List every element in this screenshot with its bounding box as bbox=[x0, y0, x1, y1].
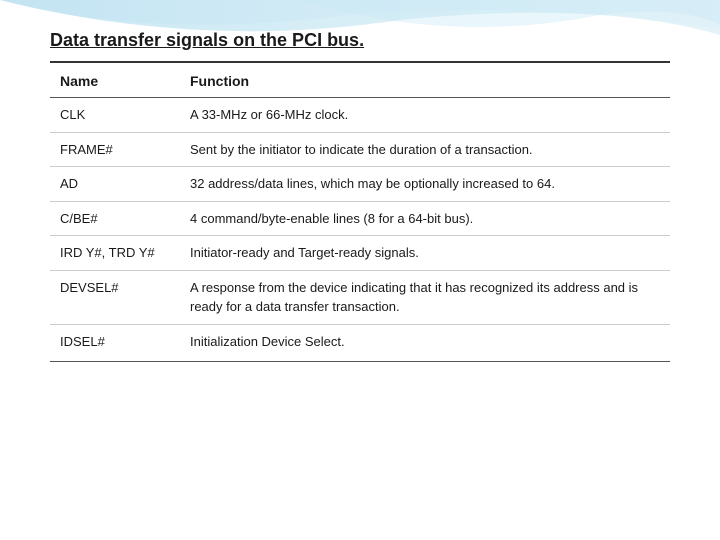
cell-function: A 33-MHz or 66-MHz clock. bbox=[180, 98, 670, 133]
table-row: FRAME#Sent by the initiator to indicate … bbox=[50, 132, 670, 167]
main-content: Data transfer signals on the PCI bus. Na… bbox=[0, 0, 720, 382]
cell-name: IDSEL# bbox=[50, 324, 180, 362]
cell-name: C/BE# bbox=[50, 201, 180, 236]
cell-function: Sent by the initiator to indicate the du… bbox=[180, 132, 670, 167]
table-header-row: Name Function bbox=[50, 63, 670, 98]
table-row: AD32 address/data lines, which may be op… bbox=[50, 167, 670, 202]
cell-function: A response from the device indicating th… bbox=[180, 270, 670, 324]
cell-function: 4 command/byte-enable lines (8 for a 64-… bbox=[180, 201, 670, 236]
data-table: Name Function CLKA 33-MHz or 66-MHz cloc… bbox=[50, 63, 670, 362]
cell-name: FRAME# bbox=[50, 132, 180, 167]
page-title: Data transfer signals on the PCI bus. bbox=[50, 30, 670, 51]
table-row: DEVSEL#A response from the device indica… bbox=[50, 270, 670, 324]
cell-name: DEVSEL# bbox=[50, 270, 180, 324]
cell-function: 32 address/data lines, which may be opti… bbox=[180, 167, 670, 202]
table-row: CLKA 33-MHz or 66-MHz clock. bbox=[50, 98, 670, 133]
cell-function: Initialization Device Select. bbox=[180, 324, 670, 362]
col-header-function: Function bbox=[180, 63, 670, 98]
cell-function: Initiator-ready and Target-ready signals… bbox=[180, 236, 670, 271]
cell-name: IRD Y#, TRD Y# bbox=[50, 236, 180, 271]
col-header-name: Name bbox=[50, 63, 180, 98]
cell-name: AD bbox=[50, 167, 180, 202]
table-row: IDSEL#Initialization Device Select. bbox=[50, 324, 670, 362]
table-row: C/BE#4 command/byte-enable lines (8 for … bbox=[50, 201, 670, 236]
cell-name: CLK bbox=[50, 98, 180, 133]
table-row: IRD Y#, TRD Y#Initiator-ready and Target… bbox=[50, 236, 670, 271]
